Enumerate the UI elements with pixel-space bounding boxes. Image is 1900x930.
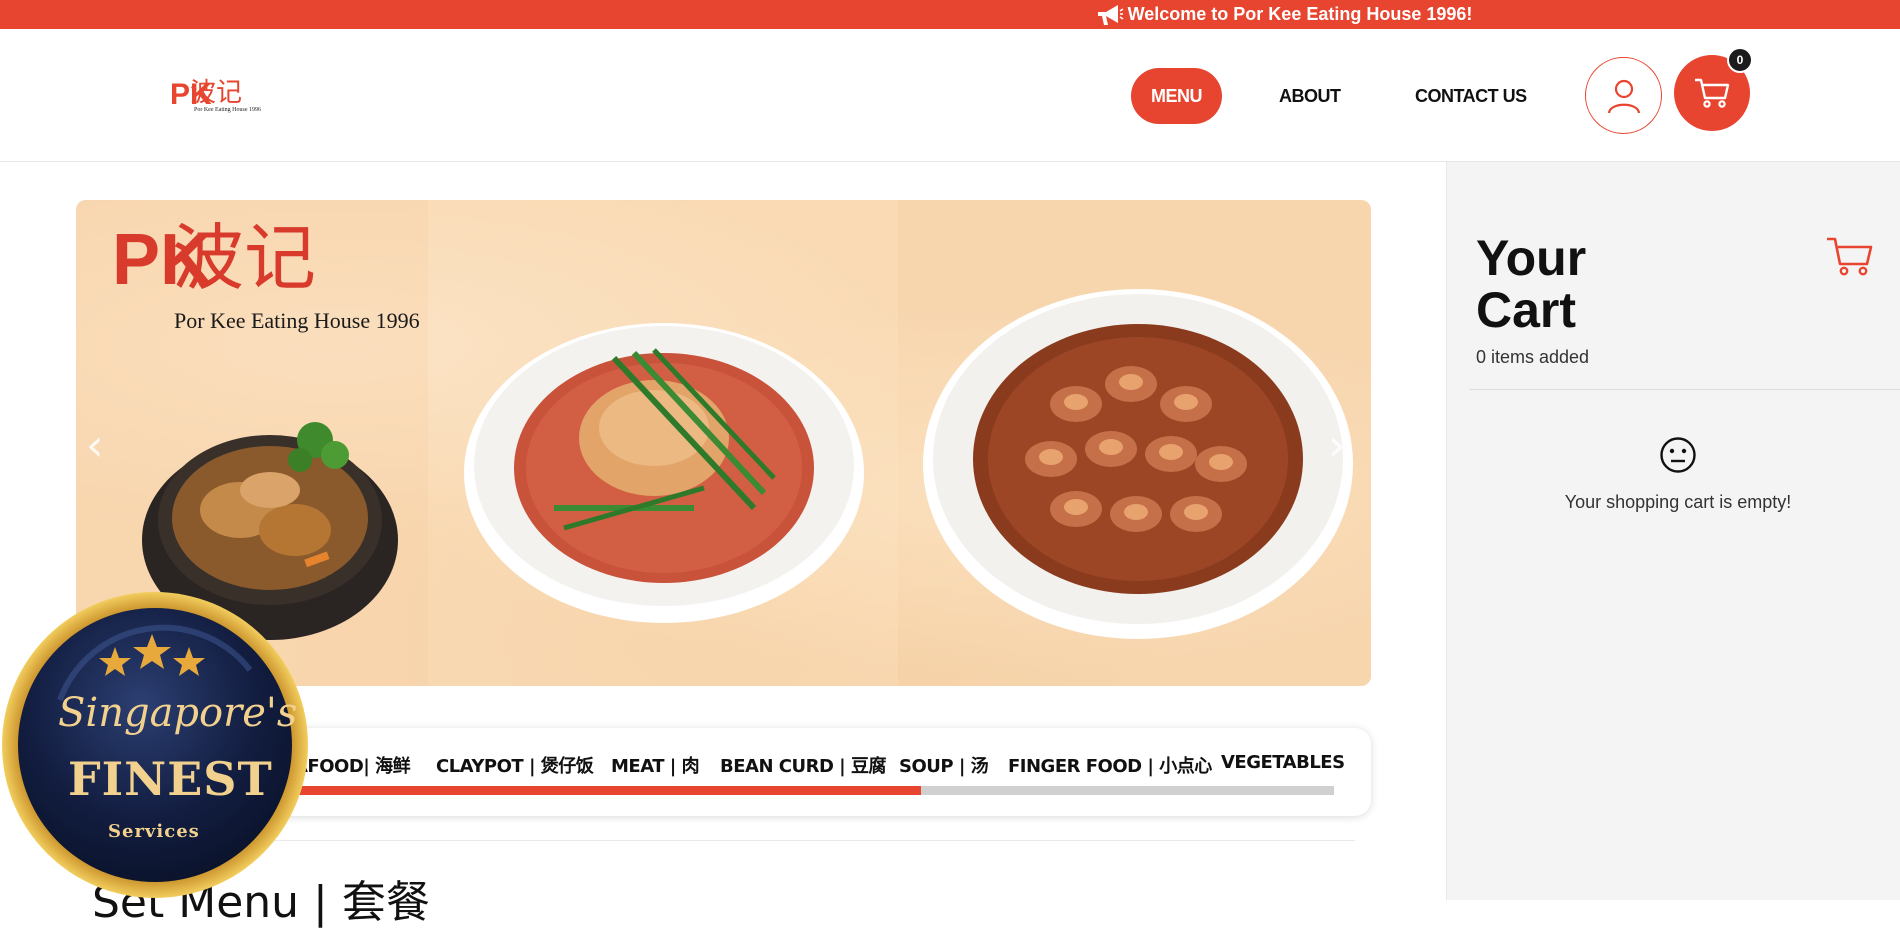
singapores-finest-badge[interactable] <box>0 590 310 900</box>
announcement-text: Welcome to Por Kee Eating House 1996! <box>1127 4 1473 24</box>
badge-finest-text: FINEST <box>68 752 273 806</box>
slider-prev-arrow[interactable]: ‹ <box>86 420 104 471</box>
account-button[interactable] <box>1585 57 1662 134</box>
cart-icon <box>1695 78 1730 108</box>
site-logo[interactable]: PK 波记 Por Kee Eating House 1996 <box>170 80 280 114</box>
tab-bean-curd[interactable]: BEAN CURD | 豆腐 <box>720 752 887 778</box>
announcement-bar: Welcome to Por Kee Eating House 1996! <box>0 0 1900 29</box>
tabs-scroll-thumb[interactable] <box>246 786 921 795</box>
megaphone-icon <box>1097 4 1124 25</box>
tab-vegetables[interactable]: VEGETABLES <box>1221 752 1345 773</box>
abalone-bowl-image <box>464 323 864 623</box>
badge-services-text: Services <box>108 821 200 842</box>
tab-soup[interactable]: SOUP | 汤 <box>899 752 989 778</box>
logo-tagline: Por Kee Eating House 1996 <box>194 107 261 113</box>
nav-contact-us[interactable]: CONTACT US <box>1415 68 1527 124</box>
abalone-platter-image <box>923 289 1353 639</box>
nav-menu[interactable]: MENU <box>1131 68 1222 124</box>
hero-logo: PK 波记 Por Kee Eating House 1996 <box>112 216 442 333</box>
badge-script-text: Singapore's <box>58 690 298 736</box>
cart-items-added: 0 items added <box>1476 347 1590 367</box>
cart-title: Your Cart <box>1476 232 1676 336</box>
cart-title-line1: Your <box>1476 230 1587 286</box>
site-header: PK 波记 Por Kee Eating House 1996 MENU ABO… <box>0 29 1900 162</box>
hero-logo-tagline: Por Kee Eating House 1996 <box>174 308 420 333</box>
tab-meat[interactable]: MEAT | 肉 <box>611 752 700 778</box>
hero-logo-chinese: 波记 <box>172 216 317 300</box>
empty-cart-message: Your shopping cart is empty! <box>1564 492 1792 512</box>
nav-about[interactable]: ABOUT <box>1279 68 1341 124</box>
logo-chinese: 波记 <box>190 78 243 108</box>
cart-divider <box>1469 389 1900 390</box>
neutral-face-icon <box>1660 437 1696 473</box>
user-icon <box>1607 79 1640 113</box>
cart-title-line2: Cart <box>1476 282 1577 338</box>
slider-next-arrow[interactable]: › <box>1328 420 1346 471</box>
tab-claypot[interactable]: CLAYPOT | 煲仔饭 <box>436 752 594 778</box>
tab-finger-food[interactable]: FINGER FOOD | 小点心 <box>1008 752 1212 778</box>
tab-seafood[interactable]: AFOOD| 海鲜 <box>294 752 411 778</box>
cart-sidebar: Your Cart 0 items added Your shopping ca… <box>1446 162 1900 900</box>
cart-icon <box>1827 237 1873 276</box>
cart-count-badge: 0 <box>1727 47 1753 73</box>
